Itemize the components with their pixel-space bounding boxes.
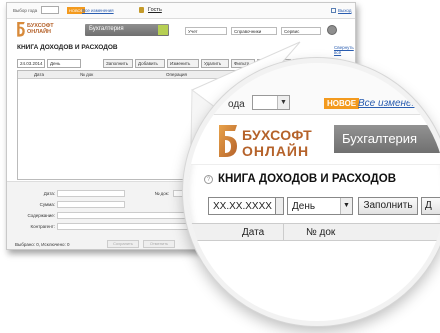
zoom-brand-row: БУХСОФТ ОНЛАЙН Бухгалтерия bbox=[188, 115, 440, 165]
zoom-column-header-doc[interactable]: № док bbox=[306, 227, 335, 238]
zoom-logo-text-line2: ОНЛАЙН bbox=[242, 143, 310, 159]
zoom-page-title: КНИГА ДОХОДОВ И РАСХОДОВ bbox=[218, 173, 397, 185]
zoom-grid-header: Дата № док bbox=[188, 223, 440, 242]
zoom-logo-icon bbox=[219, 125, 237, 157]
zoom-department-select[interactable]: Бухгалтерия bbox=[334, 125, 440, 153]
zoom-year-label: ода bbox=[228, 99, 245, 110]
zoom-top-bar: ода ▼ НОВОЕ Все изменения bbox=[188, 63, 440, 115]
chevron-down-icon[interactable]: ▼ bbox=[340, 198, 352, 214]
zoom-all-changes-link[interactable]: Все изменения bbox=[358, 98, 428, 109]
column-divider bbox=[283, 224, 284, 242]
calendar-icon[interactable] bbox=[276, 197, 284, 215]
help-icon[interactable]: ? bbox=[204, 175, 213, 184]
zoom-title-row: ? КНИГА ДОХОДОВ И РАСХОДОВ bbox=[188, 167, 440, 193]
zoom-period-select[interactable]: День ▼ bbox=[287, 197, 353, 215]
zoom-logo-text-line1: БУХСОФТ bbox=[242, 127, 312, 143]
zoom-fill-button[interactable]: Заполнить bbox=[358, 197, 418, 215]
zoom-date-input[interactable]: XX.XX.XXXX bbox=[208, 197, 276, 215]
zoom-new-badge: НОВОЕ bbox=[324, 98, 360, 109]
magnifier-lens: ода ▼ НОВОЕ Все изменения БУХСОФТ ОНЛАЙН bbox=[183, 58, 440, 326]
zoom-column-header-date[interactable]: Дата bbox=[242, 227, 264, 238]
zoom-year-select[interactable]: ▼ bbox=[252, 95, 290, 110]
zoom-toolbar: XX.XX.XXXX День ▼ Заполнить Д bbox=[188, 197, 440, 219]
zoom-grid-body bbox=[188, 241, 440, 321]
chevron-down-icon[interactable]: ▼ bbox=[277, 96, 289, 109]
zoom-add-button[interactable]: Д bbox=[421, 197, 440, 215]
